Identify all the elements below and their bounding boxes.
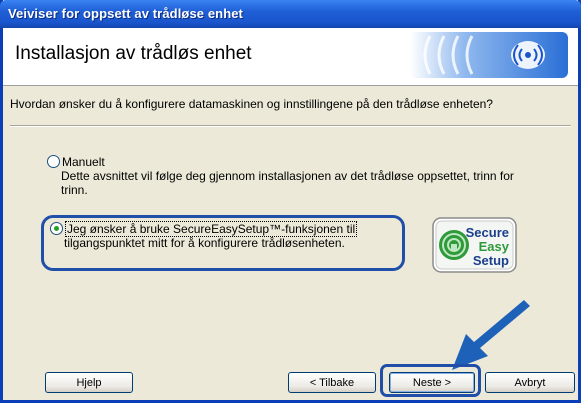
badge-line2: Easy <box>479 239 510 254</box>
back-button[interactable]: < Tilbake <box>288 372 376 393</box>
separator <box>10 125 571 127</box>
header-panel: Installasjon av trådløs enhet <box>3 28 578 86</box>
cancel-button[interactable]: Avbryt <box>485 372 575 393</box>
title-bar: Veiviser for oppsett av trådløse enhet <box>0 0 581 28</box>
badge-line1: Secure <box>466 225 509 240</box>
option-manual-description-line1: Dette avsnittet vil følge deg gjennom in… <box>61 169 514 183</box>
option-secureeasysetup[interactable]: Jeg ønsker å bruke SecureEasySetup™-funk… <box>50 221 380 250</box>
radio-manual[interactable] <box>47 155 60 168</box>
help-button[interactable]: Hjelp <box>45 372 133 393</box>
option-manual[interactable]: Manuelt Dette avsnittet vil følge deg gj… <box>47 155 547 197</box>
next-button[interactable]: Neste > <box>389 372 475 393</box>
option-manual-label: Manuelt <box>62 155 105 169</box>
window-title: Veiviser for oppsett av trådløse enhet <box>8 6 243 21</box>
page-title: Installasjon av trådløs enhet <box>15 43 252 64</box>
option-ses-label-line2: tilgangspunktet mitt for å konfigurere t… <box>64 236 345 250</box>
badge-line3: Setup <box>473 253 509 268</box>
option-ses-label-line1: Jeg ønsker å bruke SecureEasySetup™-funk… <box>65 221 358 237</box>
question-text: Hvordan ønsker du å konfigurere datamask… <box>10 97 493 111</box>
secure-easy-setup-icon: Secure Easy Setup <box>432 217 517 273</box>
option-manual-description-line2: trinn. <box>61 183 88 197</box>
wireless-logo-icon <box>410 32 568 78</box>
wizard-window: Veiviser for oppsett av trådløse enhet I… <box>0 0 581 403</box>
radio-secureeasysetup[interactable] <box>50 222 63 235</box>
